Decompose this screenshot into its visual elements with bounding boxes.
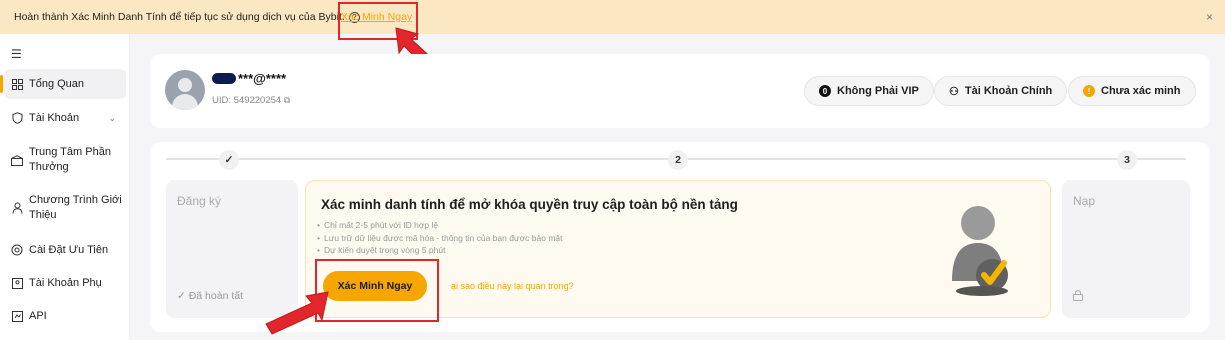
username-text: ***@**** [238, 71, 287, 86]
sidebar-item-account[interactable]: Tài Khoản ⌄ [4, 109, 126, 127]
verification-banner: Hoàn thành Xác Minh Danh Tính để tiếp tụ… [0, 0, 1225, 40]
list-item: Lưu trữ dữ liệu được mã hóa - thông tin … [317, 232, 563, 245]
list-item: Chỉ mất 2-5 phút với ID hợp lệ [317, 219, 563, 232]
chevron-down-icon: ⌄ [108, 112, 116, 123]
register-title: Đăng ký [177, 194, 222, 208]
why-important-link[interactable]: ại sao điều này lại quan trọng? [451, 281, 574, 291]
sidebar-item-overview[interactable]: Tổng Quan [0, 69, 126, 99]
deposit-title: Nạp [1073, 194, 1096, 208]
identity-verification-illustration [952, 206, 1008, 296]
sidebar-item-subaccount[interactable]: Tài Khoản Phụ [4, 274, 126, 292]
account-switch-icon: ⚇ [949, 85, 959, 98]
close-icon[interactable]: × [1206, 10, 1213, 24]
avatar[interactable] [165, 70, 205, 110]
red-arrow-icon [265, 291, 329, 335]
vip-label: Không Phải VIP [837, 85, 919, 97]
list-item: Dự kiến duyệt trong vòng 5 phút [317, 244, 563, 257]
sidebar-item-api[interactable]: API [4, 307, 126, 325]
verify-title: Xác minh danh tính để mở khóa quyền truy… [321, 197, 738, 212]
api-icon [11, 310, 23, 322]
sidebar-item-label: Tài Khoản Phụ [29, 277, 102, 289]
dashboard-icon [11, 78, 23, 90]
sidebar-item-label: Chương Trình Giới Thiệu [29, 194, 122, 221]
verify-benefits-list: Chỉ mất 2-5 phút với ID hợp lệ Lưu trữ d… [317, 219, 563, 257]
shield-icon [11, 112, 23, 124]
step-2-indicator: 2 [668, 150, 688, 170]
lock-icon [1073, 290, 1083, 304]
deposit-step-panel: Nạp [1062, 180, 1190, 318]
gift-icon [11, 154, 23, 166]
uid-text: UID: 549220254 [212, 95, 282, 106]
copy-icon[interactable]: ⧉ [284, 95, 290, 105]
step-1-check-icon: ✓ [219, 150, 239, 170]
sidebar-item-label: Tổng Quan [29, 78, 85, 90]
main-account-button[interactable]: ⚇ Tài Khoản Chính [934, 76, 1068, 106]
subaccount-icon [11, 277, 23, 289]
sidebar-item-label: Trung Tâm Phần Thưởng [29, 146, 111, 173]
main-account-label: Tài Khoản Chính [964, 85, 1053, 97]
check-icon: ✓ [177, 290, 189, 302]
settings-icon [11, 244, 23, 256]
vip-icon: 0 [819, 85, 831, 97]
banner-text: Hoàn thành Xác Minh Danh Tính để tiếp tụ… [14, 11, 345, 23]
sidebar-item-label: API [29, 310, 47, 322]
uid: UID: 549220254 ⧉ [212, 95, 290, 106]
verify-status-button[interactable]: ! Chưa xác minh [1068, 76, 1196, 106]
username: ***@**** [212, 71, 286, 86]
vip-badge-button[interactable]: 0 Không Phải VIP [804, 76, 934, 106]
warning-icon: ! [1083, 85, 1095, 97]
sidebar-item-label: Cài Đặt Ưu Tiên [29, 244, 109, 256]
register-status: ✓ Đã hoàn tất [177, 290, 244, 302]
sidebar-item-referral[interactable]: Chương Trình Giới Thiệu [4, 192, 126, 224]
verify-status-label: Chưa xác minh [1101, 85, 1181, 97]
sidebar: ☰ Tổng Quan Tài Khoản ⌄ Trung Tâm Phần T… [0, 34, 130, 340]
menu-toggle-icon[interactable]: ☰ [11, 47, 22, 61]
step-3-indicator: 3 [1117, 150, 1137, 170]
referral-icon [11, 202, 23, 214]
profile-card: ***@**** UID: 549220254 ⧉ 0 Không Phải V… [150, 54, 1210, 128]
sidebar-item-preferences[interactable]: Cài Đặt Ưu Tiên [4, 241, 126, 259]
redacted-mark [212, 73, 236, 84]
sidebar-item-rewards[interactable]: Trung Tâm Phần Thưởng [4, 144, 126, 176]
highlight-box [315, 259, 439, 322]
sidebar-item-label: Tài Khoản [29, 112, 80, 124]
